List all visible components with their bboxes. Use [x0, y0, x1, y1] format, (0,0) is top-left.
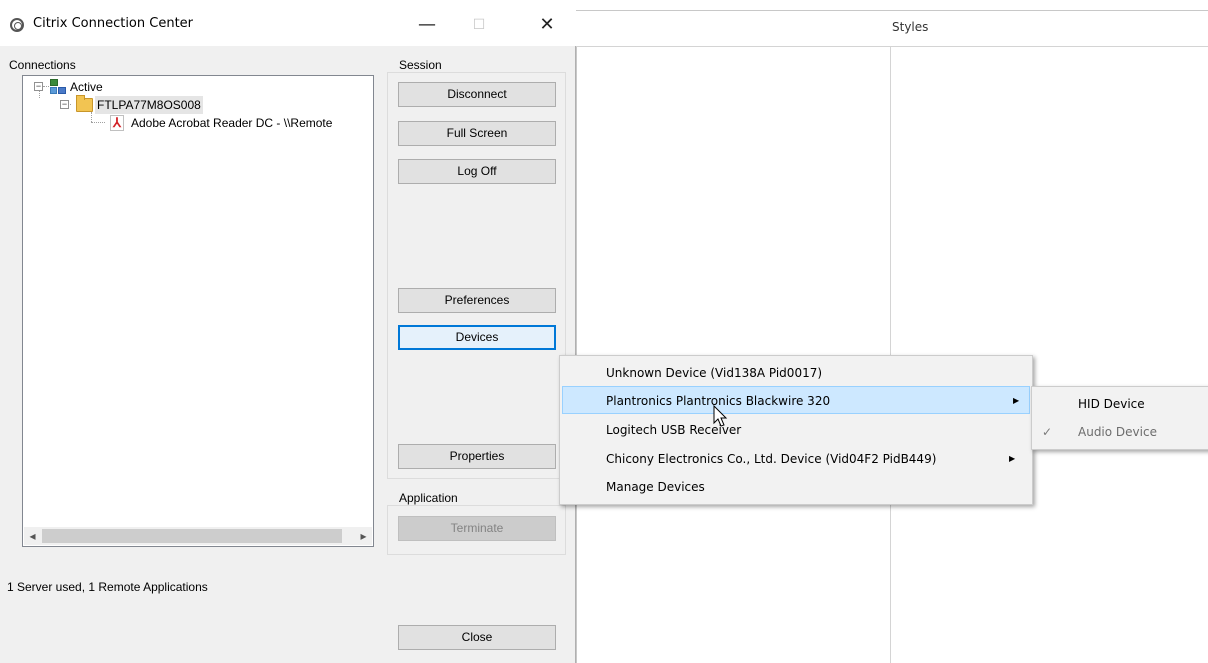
submenu-arrow-icon: ▶ — [1013, 396, 1020, 405]
devices-button[interactable]: Devices — [398, 325, 556, 350]
citrix-logo-icon — [10, 18, 24, 32]
menu-item-unknown-device[interactable]: Unknown Device (Vid138A Pid0017) — [562, 359, 1030, 387]
collapse-server-icon[interactable]: − — [60, 100, 69, 109]
scroll-right-icon[interactable]: ▸ — [355, 527, 372, 545]
log-off-button[interactable]: Log Off — [398, 159, 556, 184]
tree-node-app[interactable]: Adobe Acrobat Reader DC - \\Remote — [131, 114, 332, 132]
horizontal-scrollbar[interactable]: ◂ ▸ — [24, 527, 372, 545]
styles-column-header[interactable]: Styles — [892, 20, 928, 34]
connections-tree[interactable]: − Active − FTLPA77M8OS008 ⅄ Adobe Acroba… — [22, 75, 374, 547]
menu-item-audio-device: ✓ Audio Device — [1034, 418, 1208, 446]
scroll-left-icon[interactable]: ◂ — [24, 527, 41, 545]
scrollbar-thumb[interactable] — [42, 529, 342, 543]
preferences-button[interactable]: Preferences — [398, 288, 556, 313]
maximize-button: ☐ — [472, 17, 486, 33]
tree-node-server[interactable]: FTLPA77M8OS008 — [95, 96, 203, 114]
properties-button[interactable]: Properties — [398, 444, 556, 469]
application-label: Application — [397, 491, 460, 505]
check-icon: ✓ — [1042, 425, 1053, 439]
citrix-connection-center-window: Citrix Connection Center — ☐ ✕ Connectio… — [0, 0, 576, 663]
terminate-button: Terminate — [398, 516, 556, 541]
device-submenu: HID Device ✓ Audio Device — [1031, 386, 1208, 450]
pdf-icon: ⅄ — [110, 115, 124, 131]
close-window-button[interactable]: ✕ — [524, 10, 570, 40]
mouse-cursor-icon — [713, 405, 728, 427]
submenu-arrow-icon: ▶ — [1009, 454, 1016, 463]
window-title: Citrix Connection Center — [33, 16, 194, 31]
menu-item-plantronics[interactable]: Plantronics Plantronics Blackwire 320 ▶ — [562, 386, 1030, 414]
collapse-active-icon[interactable]: − — [34, 82, 43, 91]
menu-item-logitech[interactable]: Logitech USB Receiver — [562, 416, 1030, 444]
tree-node-active[interactable]: Active — [70, 78, 103, 96]
connections-label: Connections — [9, 58, 76, 72]
menu-item-hid-device[interactable]: HID Device — [1034, 390, 1208, 418]
full-screen-button[interactable]: Full Screen — [398, 121, 556, 146]
menu-item-chicony[interactable]: Chicony Electronics Co., Ltd. Device (Vi… — [562, 445, 1030, 473]
disconnect-button[interactable]: Disconnect — [398, 82, 556, 107]
status-text: 1 Server used, 1 Remote Applications — [7, 580, 208, 594]
menu-item-manage-devices[interactable]: Manage Devices — [562, 473, 1030, 501]
devices-menu: Unknown Device (Vid138A Pid0017) Plantro… — [559, 355, 1033, 505]
close-button[interactable]: Close — [398, 625, 556, 650]
folder-icon — [76, 95, 93, 112]
minimize-button[interactable]: — — [404, 10, 450, 40]
background-app-window: Styles — [576, 0, 1208, 663]
session-label: Session — [397, 58, 444, 72]
network-icon — [50, 79, 66, 95]
title-bar[interactable]: Citrix Connection Center — ☐ ✕ — [0, 0, 576, 46]
